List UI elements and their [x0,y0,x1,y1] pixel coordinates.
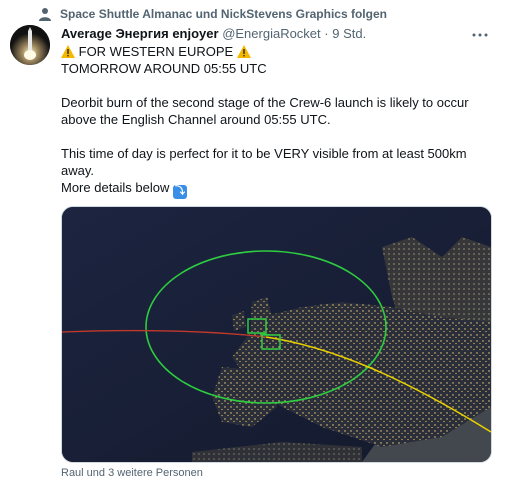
warning-icon [61,45,75,58]
display-name[interactable]: Average Энергия enjoyer [61,26,219,41]
text-line-6: away. [61,163,94,178]
arrow-down-right-icon: ⤵ [173,185,188,199]
text-line-7: More details below ⤵ [61,180,188,199]
liked-by-text[interactable]: Raul und 3 weitere Personen [61,467,203,479]
warning-icon [236,45,251,58]
avatar[interactable] [10,25,50,65]
tweet-header: Average Энергия enjoyer @EnergiaRocket ·… [61,25,481,43]
separator-dot: · [324,26,329,41]
more-options-button[interactable] [470,25,490,41]
timestamp[interactable]: 9 Std. [332,26,366,41]
night-map-europe-image [62,207,491,462]
text-line-2: TOMORROW AROUND 05:55 UTC [61,61,267,76]
social-context-text: Space Shuttle Almanac und NickStevens Gr… [60,7,387,21]
user-handle[interactable]: @EnergiaRocket [222,26,320,41]
text-line-4: above the English Channel around 05:55 U… [61,112,331,127]
more-icon [472,33,488,37]
tweet-text: FOR WESTERN EUROPE TOMORROW AROUND 05:55… [61,43,501,199]
media-image[interactable] [61,206,492,463]
social-context[interactable]: Space Shuttle Almanac und NickStevens Gr… [38,5,387,23]
person-icon [39,8,51,21]
text-line-3: Deorbit burn of the second stage of the … [61,95,469,110]
rocket-launch-avatar-image [10,25,50,65]
text-line-5: This time of day is perfect for it to be… [61,146,467,161]
text-line-1: FOR WESTERN EUROPE [61,43,501,60]
